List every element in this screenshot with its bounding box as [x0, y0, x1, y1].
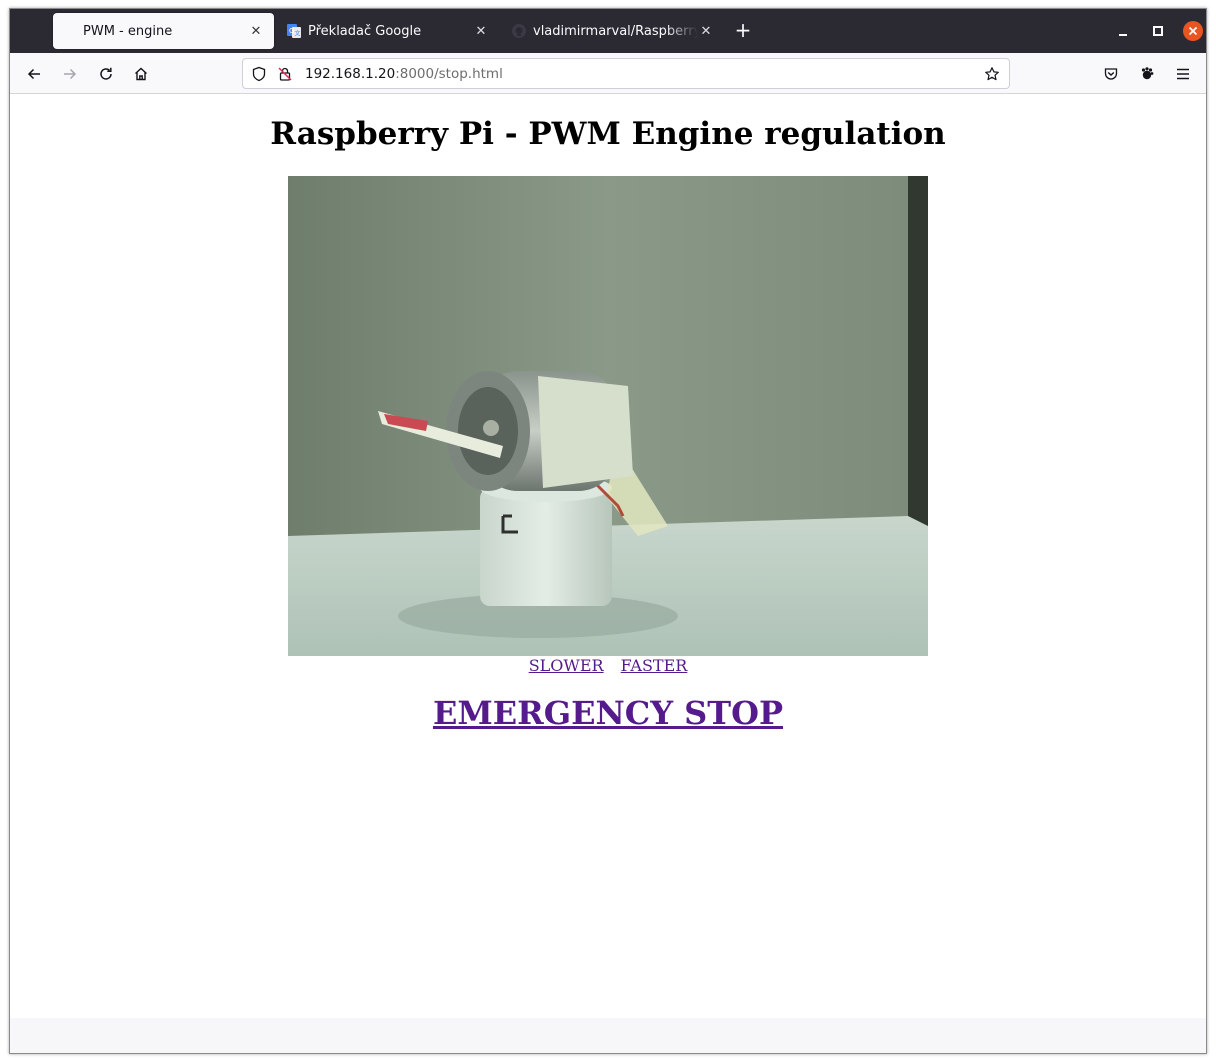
blank-favicon-icon [61, 23, 77, 39]
emergency-stop-heading: EMERGENCY STOP [10, 694, 1206, 732]
back-arrow-icon[interactable] [23, 63, 45, 85]
github-icon [511, 23, 527, 39]
slower-link[interactable]: SLOWER [529, 656, 604, 675]
extension-icon[interactable] [1136, 63, 1158, 85]
emergency-stop-link[interactable]: EMERGENCY STOP [433, 694, 783, 732]
tab-google-translate[interactable]: G 文 Překladač Google ✕ [278, 13, 499, 49]
maximize-icon[interactable] [1149, 22, 1167, 40]
url-path: :8000/stop.html [395, 66, 503, 82]
tab-github-repo[interactable]: vladimirmarval/Raspberry-P ✕ [503, 13, 724, 49]
page-content: Raspberry Pi - PWM Engine regulation SLO… [10, 94, 1206, 1018]
shield-icon[interactable] [250, 65, 268, 83]
tab-title: PWM - engine [83, 23, 173, 39]
minimize-icon[interactable] [1115, 22, 1133, 40]
browser-window: PWM - engine ✕ G 文 Překladač Google ✕ vl… [9, 8, 1207, 1054]
new-tab-button[interactable]: + [732, 20, 754, 42]
close-tab-icon[interactable]: ✕ [473, 23, 489, 39]
close-tab-icon[interactable]: ✕ [248, 23, 264, 39]
pocket-icon[interactable] [1100, 63, 1122, 85]
tab-pwm-engine[interactable]: PWM - engine ✕ [53, 13, 274, 49]
status-strip [10, 1018, 1206, 1053]
url-host: 192.168.1.20 [305, 66, 396, 82]
home-icon[interactable] [130, 63, 152, 85]
tab-strip: PWM - engine ✕ G 文 Překladač Google ✕ vl… [10, 9, 1206, 53]
insecure-lock-icon[interactable] [276, 65, 294, 83]
close-window-icon[interactable] [1183, 21, 1203, 41]
close-tab-icon[interactable]: ✕ [698, 23, 714, 39]
reload-icon[interactable] [95, 63, 117, 85]
speed-controls: SLOWER FASTER [10, 656, 1206, 675]
address-bar[interactable]: 192.168.1.20:8000/stop.html [242, 58, 1010, 89]
bookmark-star-icon[interactable] [983, 65, 1001, 83]
menu-icon[interactable] [1172, 63, 1194, 85]
url-text[interactable]: 192.168.1.20:8000/stop.html [305, 66, 503, 82]
faster-link[interactable]: FASTER [621, 656, 688, 675]
page-title: Raspberry Pi - PWM Engine regulation [270, 116, 946, 152]
tab-title: Překladač Google [308, 23, 422, 39]
google-translate-icon: G 文 [286, 23, 302, 39]
navigation-toolbar: 192.168.1.20:8000/stop.html [10, 53, 1206, 94]
forward-arrow-icon[interactable] [59, 63, 81, 85]
svg-text:文: 文 [295, 30, 301, 38]
tab-title: vladimirmarval/Raspberry-P [533, 23, 698, 39]
camera-stream-image [288, 176, 928, 656]
